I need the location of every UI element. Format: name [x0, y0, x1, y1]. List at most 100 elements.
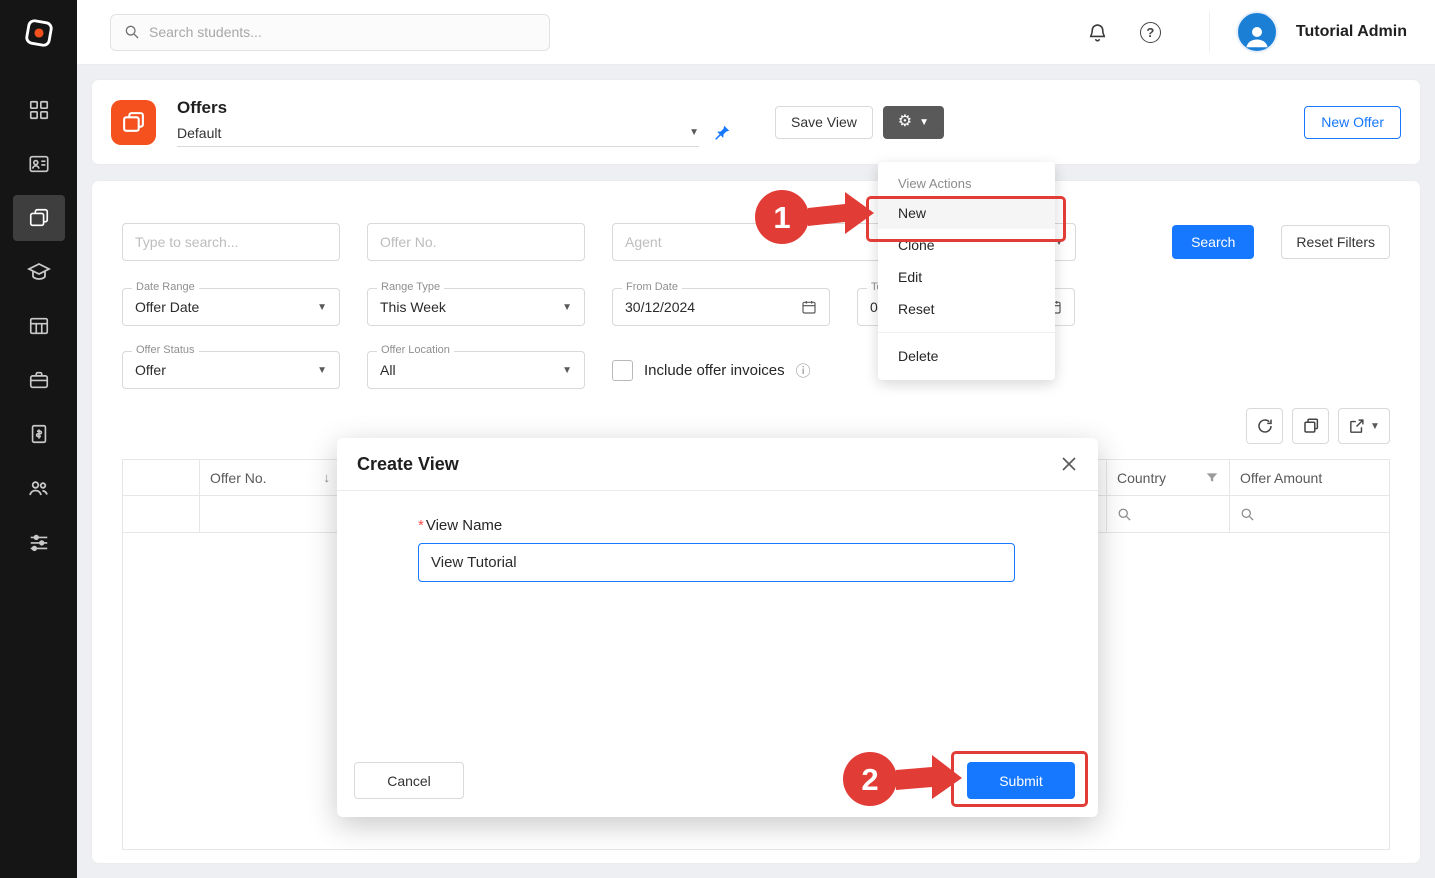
sidebar-item-people[interactable] [13, 465, 65, 511]
include-invoices-checkbox[interactable] [612, 360, 633, 381]
pin-view-button[interactable] [714, 124, 731, 146]
sort-descending-icon[interactable]: ↓ [324, 470, 331, 485]
filter-row-1: ▼ Search Reset Filters [122, 223, 1390, 261]
offer-no-column-header[interactable]: Offer No. ↓ [200, 460, 341, 495]
search-icon [1240, 507, 1255, 522]
menu-item-edit[interactable]: Edit [878, 261, 1055, 293]
modal-header: Create View [337, 438, 1098, 491]
date-range-label: Date Range [132, 281, 199, 293]
menu-item-new[interactable]: New [878, 197, 1055, 229]
include-invoices-label: Include offer invoices [644, 362, 785, 379]
modal-title: Create View [357, 454, 459, 475]
page-header-card: Offers Default ▼ Save View ⚙ ▼ New Offer [91, 79, 1421, 165]
menu-item-reset[interactable]: Reset [878, 293, 1055, 325]
chevron-down-icon: ▼ [317, 302, 327, 313]
chevron-down-icon: ▼ [1054, 237, 1064, 248]
save-view-button[interactable]: Save View [775, 106, 873, 139]
sidebar-item-offers[interactable] [13, 195, 65, 241]
view-name-input[interactable] [418, 543, 1015, 582]
global-search[interactable] [110, 14, 550, 51]
offers-icon [28, 207, 50, 229]
date-range-value: Offer Date [135, 299, 199, 315]
cancel-button[interactable]: Cancel [354, 762, 464, 799]
view-name-label: *View Name [418, 517, 1015, 534]
date-range-select[interactable]: Date Range Offer Date ▼ [122, 288, 340, 326]
view-selector[interactable]: Default ▼ [177, 125, 699, 147]
from-date-label: From Date [622, 281, 682, 293]
filter-row-2: Date Range Offer Date ▼ Range Type This … [122, 288, 1390, 326]
current-view-label: Default [177, 125, 221, 141]
user-icon [1242, 21, 1272, 51]
search-input[interactable] [149, 24, 536, 40]
new-offer-button[interactable]: New Offer [1304, 106, 1401, 139]
from-date-value: 30/12/2024 [625, 299, 695, 315]
title-block: Offers Default ▼ [177, 98, 699, 147]
modal-footer: Cancel Submit [337, 762, 1098, 817]
offer-no-filter-cell[interactable] [200, 496, 341, 532]
offer-status-label: Offer Status [132, 344, 199, 356]
help-button[interactable]: ? [1140, 22, 1161, 43]
people-icon [27, 476, 51, 500]
search-button[interactable]: Search [1172, 225, 1254, 259]
chevron-down-icon: ▼ [317, 365, 327, 376]
notifications-button[interactable] [1087, 22, 1108, 43]
offer-status-value: Offer [135, 362, 166, 378]
view-actions-button[interactable]: ⚙ ▼ [883, 106, 944, 139]
columns-button[interactable] [1292, 408, 1329, 444]
search-icon [124, 24, 140, 40]
menu-divider [878, 332, 1055, 333]
topbar-divider [1209, 12, 1210, 52]
offers-module-icon [111, 100, 156, 145]
topbar: ? Tutorial Admin [77, 0, 1435, 65]
sidebar [0, 0, 77, 878]
sidebar-item-dashboard[interactable] [13, 87, 65, 133]
country-filter-cell[interactable] [1107, 496, 1230, 532]
export-button[interactable]: ▼ [1338, 408, 1390, 444]
reset-filters-button[interactable]: Reset Filters [1281, 225, 1390, 259]
submit-button[interactable]: Submit [967, 762, 1075, 799]
chevron-down-icon: ▼ [919, 117, 929, 128]
info-icon: ⓘ [796, 360, 811, 381]
offer-location-select[interactable]: Offer Location All ▼ [367, 351, 585, 389]
avatar[interactable] [1236, 11, 1278, 53]
refresh-icon [1256, 417, 1274, 435]
filter-funnel-icon[interactable] [1205, 471, 1219, 485]
country-header-label: Country [1117, 470, 1166, 486]
contacts-icon [28, 153, 50, 175]
filter-row-3: Offer Status Offer ▼ Offer Location All … [122, 351, 1390, 389]
sidebar-item-contacts[interactable] [13, 141, 65, 187]
sidebar-item-sliders[interactable] [13, 519, 65, 565]
keyword-search-input[interactable] [122, 223, 340, 261]
sidebar-item-education[interactable] [13, 249, 65, 295]
offer-no-header-label: Offer No. [210, 470, 267, 486]
offer-amount-filter-cell[interactable] [1230, 496, 1389, 532]
offer-location-label: Offer Location [377, 344, 454, 356]
menu-header: View Actions [878, 168, 1055, 197]
menu-item-clone[interactable]: Clone [878, 229, 1055, 261]
range-type-select[interactable]: Range Type This Week ▼ [367, 288, 585, 326]
select-column-header [123, 460, 200, 495]
offer-status-select[interactable]: Offer Status Offer ▼ [122, 351, 340, 389]
gear-icon: ⚙ [898, 114, 912, 130]
offer-amount-column-header[interactable]: Offer Amount [1230, 460, 1389, 495]
page-title: Offers [177, 98, 699, 118]
offer-no-input[interactable] [367, 223, 585, 261]
refresh-button[interactable] [1246, 408, 1283, 444]
copy-columns-icon [1302, 417, 1320, 435]
app-logo[interactable] [0, 0, 77, 65]
from-date-field[interactable]: From Date 30/12/2024 [612, 288, 830, 326]
view-name-label-text: View Name [426, 517, 502, 534]
sidebar-item-table[interactable] [13, 303, 65, 349]
graduation-cap-icon [27, 260, 51, 284]
include-invoices-option: Include offer invoices ⓘ [612, 360, 811, 381]
menu-item-delete[interactable]: Delete [878, 340, 1055, 372]
sidebar-item-invoice[interactable] [13, 411, 65, 457]
sidebar-nav [0, 65, 77, 565]
modal-body: *View Name [337, 491, 1098, 582]
sidebar-item-briefcase[interactable] [13, 357, 65, 403]
country-column-header[interactable]: Country [1107, 460, 1230, 495]
user-name: Tutorial Admin [1296, 23, 1407, 41]
chevron-down-icon: ▼ [689, 127, 699, 138]
invoice-icon [28, 423, 50, 445]
modal-close-button[interactable] [1060, 455, 1078, 473]
